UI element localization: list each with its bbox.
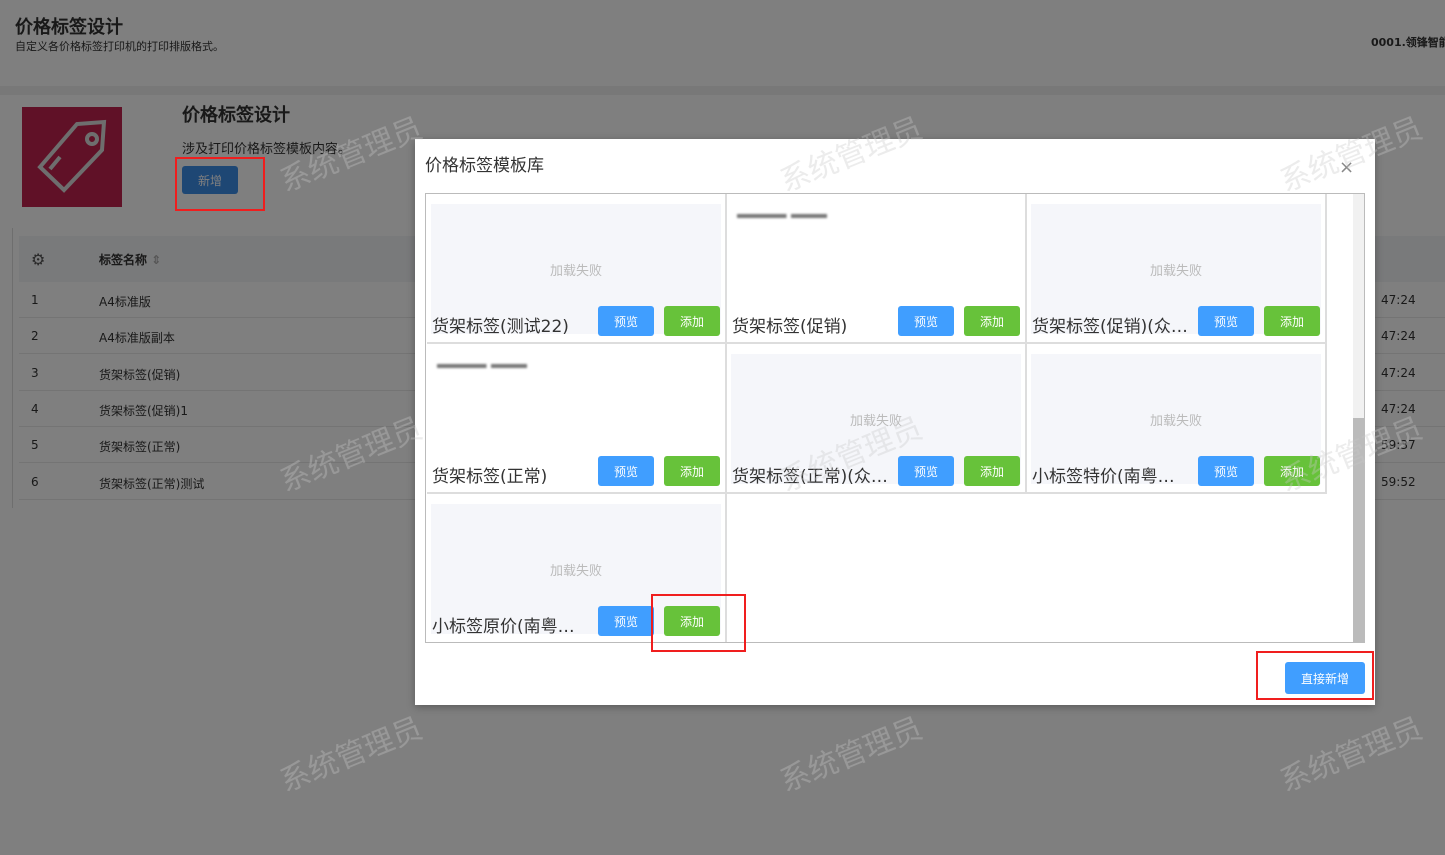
preview-button[interactable]: 预览 <box>898 456 954 486</box>
dialog-title: 价格标签模板库 <box>425 156 544 176</box>
template-card: 货架标签(正常) 预览 添加 <box>427 344 727 494</box>
template-library-dialog: 价格标签模板库 × 加载失败 货架标签(测试22) 预览 添加 货架标签(促销) 预览 添加… <box>415 139 1375 705</box>
load-failed-text: 加载失败 <box>1149 413 1202 429</box>
add-template-button[interactable]: 添加 <box>1264 306 1320 336</box>
template-grid: 加载失败 货架标签(测试22) 预览 添加 货架标签(促销) 预览 添加 加载失败 货架标签(促… <box>425 193 1365 643</box>
preview-button[interactable]: 预览 <box>598 456 654 486</box>
template-name: 货架标签(促销)(众… <box>1032 317 1188 337</box>
add-template-button[interactable]: 添加 <box>1264 456 1320 486</box>
preview-button[interactable]: 预览 <box>1198 456 1254 486</box>
template-card: 加载失败货架标签(正常)(众… 预览 添加 <box>727 344 1027 494</box>
close-icon[interactable]: × <box>1339 157 1354 178</box>
template-name: 小标签原价(南粤… <box>432 617 575 637</box>
template-card: 加载失败货架标签(测试22) 预览 添加 <box>427 194 727 344</box>
template-name: 货架标签(正常) <box>432 467 548 487</box>
template-card: 加载失败小标签特价(南粤… 预览 添加 <box>1027 344 1327 494</box>
highlight-box <box>1256 651 1374 700</box>
preview-button[interactable]: 预览 <box>1198 306 1254 336</box>
add-template-button[interactable]: 添加 <box>964 456 1020 486</box>
highlight-box <box>175 157 265 211</box>
template-card: 货架标签(促销) 预览 添加 <box>727 194 1027 344</box>
template-name: 货架标签(促销) <box>732 317 848 337</box>
load-failed-text: 加载失败 <box>849 413 902 429</box>
add-template-button[interactable]: 添加 <box>964 306 1020 336</box>
preview-button[interactable]: 预览 <box>598 306 654 336</box>
scrollbar-thumb[interactable] <box>1353 418 1364 642</box>
template-name: 货架标签(测试22) <box>432 317 569 337</box>
template-name: 小标签特价(南粤… <box>1032 467 1175 487</box>
preview-button[interactable]: 预览 <box>598 606 654 636</box>
load-failed-text: 加载失败 <box>549 263 602 279</box>
highlight-box <box>651 594 746 652</box>
template-card: 加载失败货架标签(促销)(众… 预览 添加 <box>1027 194 1327 344</box>
scrollbar[interactable] <box>1353 194 1364 642</box>
template-name: 货架标签(正常)(众… <box>732 467 888 487</box>
add-template-button[interactable]: 添加 <box>664 456 720 486</box>
add-template-button[interactable]: 添加 <box>664 306 720 336</box>
load-failed-text: 加载失败 <box>1149 263 1202 279</box>
load-failed-text: 加载失败 <box>549 563 602 579</box>
preview-button[interactable]: 预览 <box>898 306 954 336</box>
